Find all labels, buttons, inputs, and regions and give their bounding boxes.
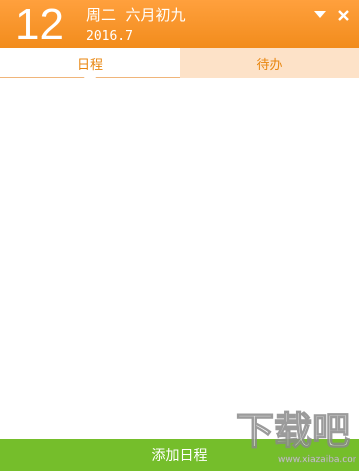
watermark-url: www.xiazaiba.com	[278, 455, 356, 465]
dropdown-button[interactable]	[313, 8, 327, 22]
add-schedule-label: 添加日程	[151, 448, 208, 464]
header: 12 周二 六月初九 2016.7	[0, 0, 359, 49]
schedule-list	[0, 78, 359, 439]
close-icon	[337, 9, 349, 21]
watermark-logo: 下载吧 www.xiazaiba.com	[235, 408, 356, 465]
day-number: 12	[15, 0, 64, 49]
watermark-text: 下载吧	[236, 409, 350, 453]
weekday-lunar-date: 周二 六月初九	[86, 6, 186, 24]
tab-bar: 日程 待办	[0, 48, 359, 78]
chevron-down-icon	[314, 11, 326, 18]
tab-todo[interactable]: 待办	[180, 48, 359, 78]
close-button[interactable]	[336, 8, 350, 22]
tab-schedule[interactable]: 日程	[0, 48, 180, 78]
year-month: 2016.7	[86, 29, 133, 44]
